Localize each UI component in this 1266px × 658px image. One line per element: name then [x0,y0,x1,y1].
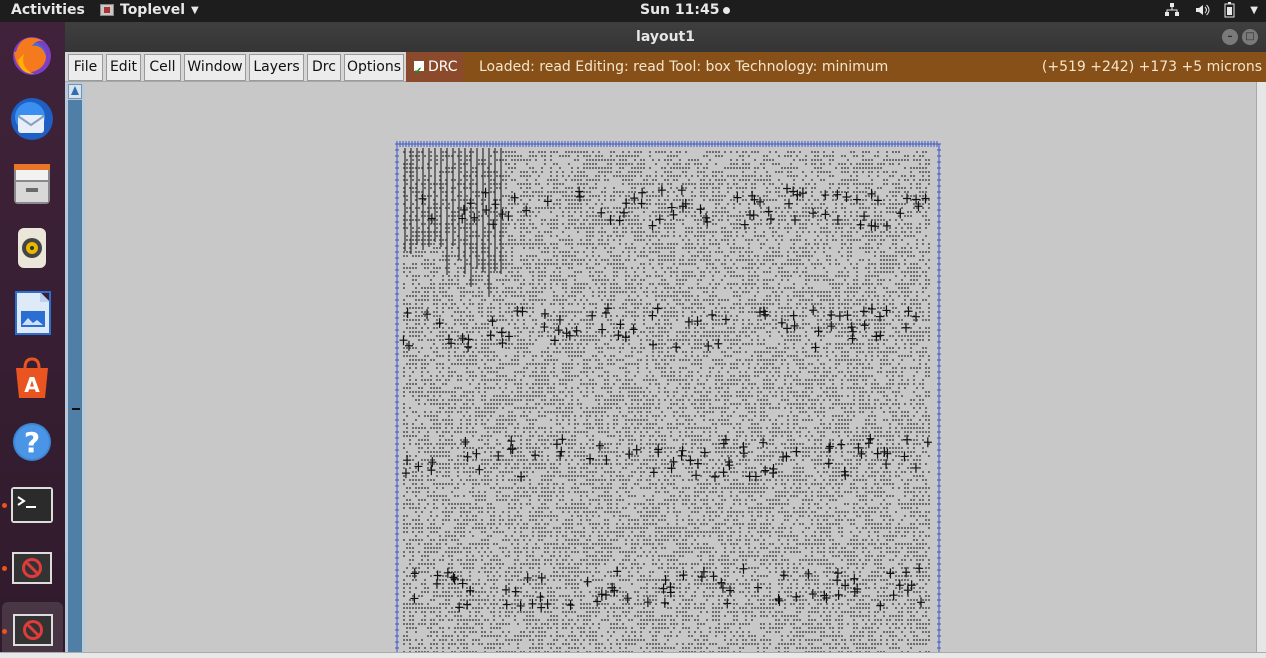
dock-help[interactable]: ? [8,418,56,466]
software-center-icon: A [16,357,48,398]
menu-window[interactable]: Window [184,54,246,81]
firefox-icon [13,37,51,75]
status-bar: Loaded: read Editing: read Tool: box Tec… [463,52,1266,82]
no-entry-icon [12,614,53,646]
menu-cell[interactable]: Cell [144,54,181,81]
drc-label: DRC [428,59,458,75]
svg-text:A: A [24,373,40,397]
svg-text:?: ? [24,426,40,459]
rhythmbox-icon [18,228,46,268]
layout-canvas[interactable] [85,82,1256,652]
dock: A ? [0,22,65,658]
dock-firefox[interactable] [8,30,56,78]
minimize-icon[interactable]: – [1222,29,1238,45]
horizontal-scrollbar[interactable] [0,652,1266,658]
clock[interactable]: Sun 11:45 [640,2,731,18]
system-top-bar: Activities Toplevel ▼ Sun 11:45 ▼ [0,0,1266,22]
dock-software[interactable]: A [8,354,56,402]
menu-edit[interactable]: Edit [106,54,141,81]
scroll-up-arrow-icon[interactable] [68,84,82,99]
app-menu[interactable]: Toplevel ▼ [100,2,199,18]
network-icon [1165,3,1180,16]
menu-options[interactable]: Options [344,54,404,81]
status-message: Loaded: read Editing: read Tool: box Tec… [479,59,889,75]
notification-dot-icon [723,6,731,14]
volume-icon [1196,4,1210,16]
running-indicator [2,503,7,508]
vertical-scrollbar[interactable] [65,82,85,658]
layout-cell[interactable] [393,138,943,652]
layout-geometry [403,148,930,652]
window-titlebar[interactable]: layout1 – □ [65,22,1266,52]
maximize-icon[interactable]: □ [1242,29,1258,45]
dock-writer[interactable] [8,289,56,337]
menu-file[interactable]: File [68,54,103,81]
running-indicator [2,566,7,571]
magic-menubar: File Edit Cell Window Layers Drc Options… [65,52,1266,87]
files-icon [14,164,50,204]
thunderbird-icon [11,98,53,140]
activities-button[interactable]: Activities [11,2,85,18]
no-entry-icon [12,552,52,584]
battery-icon [1224,2,1235,18]
scroll-trough[interactable] [68,100,82,658]
checkbox-checked-icon [414,57,424,87]
window-title: layout1 [636,29,695,45]
dock-toplevel-1[interactable] [8,544,56,592]
dock-thunderbird[interactable] [8,95,56,143]
chevron-down-icon: ▼ [1250,5,1258,16]
app-name: Toplevel [120,2,186,18]
chevron-down-icon: ▼ [191,4,199,16]
toplevel-app-icon [100,4,114,16]
menu-drc[interactable]: Drc [307,54,341,81]
scroll-position-marker [72,408,80,410]
dock-files[interactable] [8,160,56,208]
system-tray[interactable]: ▼ [1164,2,1258,20]
window-controls: – □ [1222,29,1258,45]
help-icon: ? [13,423,51,461]
cursor-coords: (+519 +242) +173 +5 microns [1041,59,1262,75]
right-scrollbar[interactable] [1256,82,1266,652]
dock-rhythmbox[interactable] [8,224,56,272]
running-indicator [2,629,7,634]
menu-layers[interactable]: Layers [249,54,304,81]
libreoffice-writer-icon [15,291,51,335]
dock-terminal[interactable] [8,481,56,529]
drc-toggle[interactable]: DRC [406,52,463,87]
dock-toplevel-2[interactable] [2,602,63,658]
terminal-icon [11,487,53,523]
